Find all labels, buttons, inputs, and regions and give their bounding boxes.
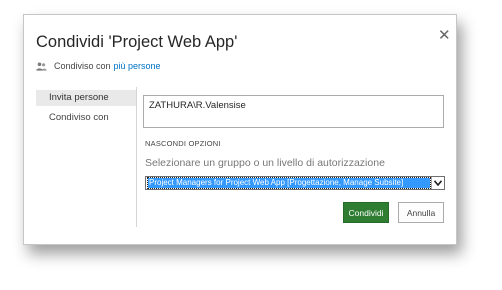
nav-item-invite-people[interactable]: Invita persone [36, 90, 137, 106]
dialog-title: Condividi 'Project Web App' [36, 33, 238, 51]
share-button[interactable]: Condividi [343, 202, 389, 223]
group-select-label: Selezionare un gruppo o un livello di au… [145, 157, 385, 169]
chevron-down-icon[interactable] [431, 177, 443, 189]
share-nav: Invita persone Condiviso con [36, 90, 137, 130]
shared-with-row: Condiviso con più persone [36, 61, 161, 71]
shared-with-link[interactable]: più persone [114, 61, 161, 71]
group-select[interactable]: Project Managers for Project Web App [Pr… [145, 176, 445, 190]
people-picker-input[interactable]: ZATHURA\R.Valensise [143, 95, 444, 128]
people-icon [36, 62, 47, 71]
cancel-button[interactable]: Annulla [398, 202, 444, 223]
group-select-value: Project Managers for Project Web App [Pr… [147, 177, 431, 189]
share-dialog: Condividi 'Project Web App' ✕ Condiviso … [23, 14, 457, 245]
nav-divider [136, 87, 137, 227]
close-icon[interactable]: ✕ [438, 28, 451, 43]
hide-options-link[interactable]: NASCONDI OPZIONI [145, 139, 221, 148]
nav-item-shared-with[interactable]: Condiviso con [36, 110, 137, 126]
shared-with-prefix: Condiviso con [54, 61, 111, 71]
